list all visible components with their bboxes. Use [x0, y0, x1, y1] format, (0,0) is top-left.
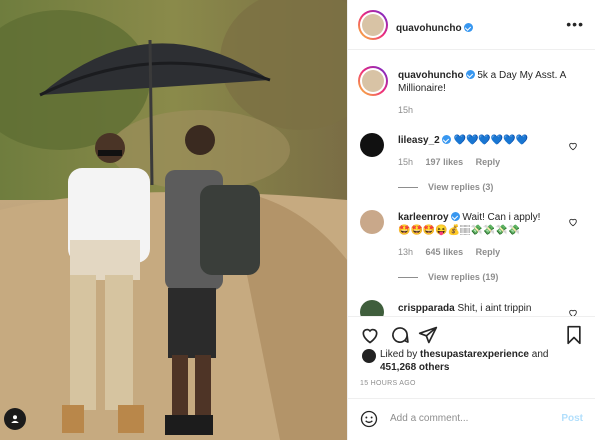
comment-text: Wait! Can i apply! [462, 212, 541, 223]
comment-avatar[interactable] [360, 300, 384, 316]
comment-text: 💙💙💙💙💙💙 [453, 135, 529, 146]
view-replies-label: View replies (3) [428, 182, 494, 192]
post-button[interactable]: Post [561, 413, 583, 424]
comment-username[interactable]: crispparada [398, 303, 455, 314]
bookmark-icon[interactable] [564, 325, 584, 345]
comment-avatar[interactable] [360, 133, 384, 157]
comment-username[interactable]: lileasy_2 [398, 135, 440, 146]
verified-icon [450, 212, 460, 221]
post-side-panel: quavohuncho ••• quavohuncho 5k a Day My … [347, 0, 595, 440]
comment-like-icon[interactable] [568, 141, 578, 151]
liked-by-prefix: Liked by [380, 349, 418, 360]
header-username[interactable]: quavohuncho [396, 23, 462, 34]
comment-likes[interactable]: 197 likes [426, 157, 464, 167]
caption: quavohuncho 5k a Day My Asst. A Milliona… [398, 69, 588, 95]
comment-likes[interactable]: 645 likes [426, 247, 464, 257]
view-replies-button[interactable]: View replies (3) [398, 182, 493, 192]
post-header: quavohuncho ••• [348, 0, 595, 50]
comment-like-icon[interactable] [568, 308, 578, 316]
post-photo[interactable] [0, 0, 347, 440]
view-replies-label: View replies (19) [428, 272, 499, 282]
instagram-post: quavohuncho ••• quavohuncho 5k a Day My … [0, 0, 595, 440]
add-comment-bar: Add a comment... Post [348, 398, 595, 441]
add-comment-input[interactable]: Add a comment... [390, 413, 468, 424]
emoji-icon[interactable] [360, 410, 378, 428]
caption-username[interactable]: quavohuncho [398, 70, 464, 81]
avatar[interactable] [358, 10, 388, 40]
comment-text-emoji: 🤩🤩🤩😝💰🏽💸💸💸💸 [398, 225, 521, 236]
comment-username[interactable]: karleenroy [398, 212, 449, 223]
reply-button[interactable]: Reply [476, 157, 501, 167]
liked-by-others[interactable]: 451,268 others [380, 362, 450, 373]
comment-icon[interactable] [390, 325, 410, 345]
user-tag-icon[interactable] [4, 408, 26, 430]
comment-meta: 15h 197 likes Reply [398, 157, 500, 167]
send-icon[interactable] [418, 325, 438, 345]
view-replies-button[interactable]: View replies (19) [398, 272, 498, 282]
reply-button[interactable]: Reply [476, 247, 501, 257]
verified-icon [441, 135, 451, 144]
heart-icon[interactable] [360, 325, 380, 345]
comment-text: Shit, i aint trippin [457, 303, 532, 314]
comments-list: quavohuncho 5k a Day My Asst. A Milliona… [348, 50, 595, 316]
liked-by-and: and [531, 349, 549, 360]
comment-row: lileasy_2 💙💙💙💙💙💙 [398, 134, 568, 147]
verified-icon [463, 23, 473, 32]
comment-avatar[interactable] [360, 210, 384, 234]
post-timestamp[interactable]: 15 HOURS AGO [360, 380, 416, 387]
comment-row: karleenroy Wait! Can i apply! 🤩🤩🤩😝💰🏽💸💸💸💸 [398, 211, 568, 237]
photo-scene [0, 0, 347, 440]
liked-by-avatar[interactable] [362, 349, 376, 363]
liked-by: Liked by thesupastarexperience and 451,2… [380, 348, 548, 374]
comment-row: crispparada Shit, i aint trippin [398, 302, 568, 315]
header-user: quavohuncho [396, 18, 473, 36]
comment-time[interactable]: 13h [398, 247, 413, 257]
comment-like-icon[interactable] [568, 217, 578, 227]
verified-icon [465, 70, 475, 79]
caption-time[interactable]: 15h [398, 105, 413, 115]
more-icon[interactable]: ••• [566, 17, 584, 31]
liked-by-user[interactable]: thesupastarexperience [420, 349, 529, 360]
comment-time[interactable]: 15h [398, 157, 413, 167]
caption-avatar[interactable] [358, 66, 388, 96]
comment-meta: 13h 645 likes Reply [398, 247, 500, 257]
